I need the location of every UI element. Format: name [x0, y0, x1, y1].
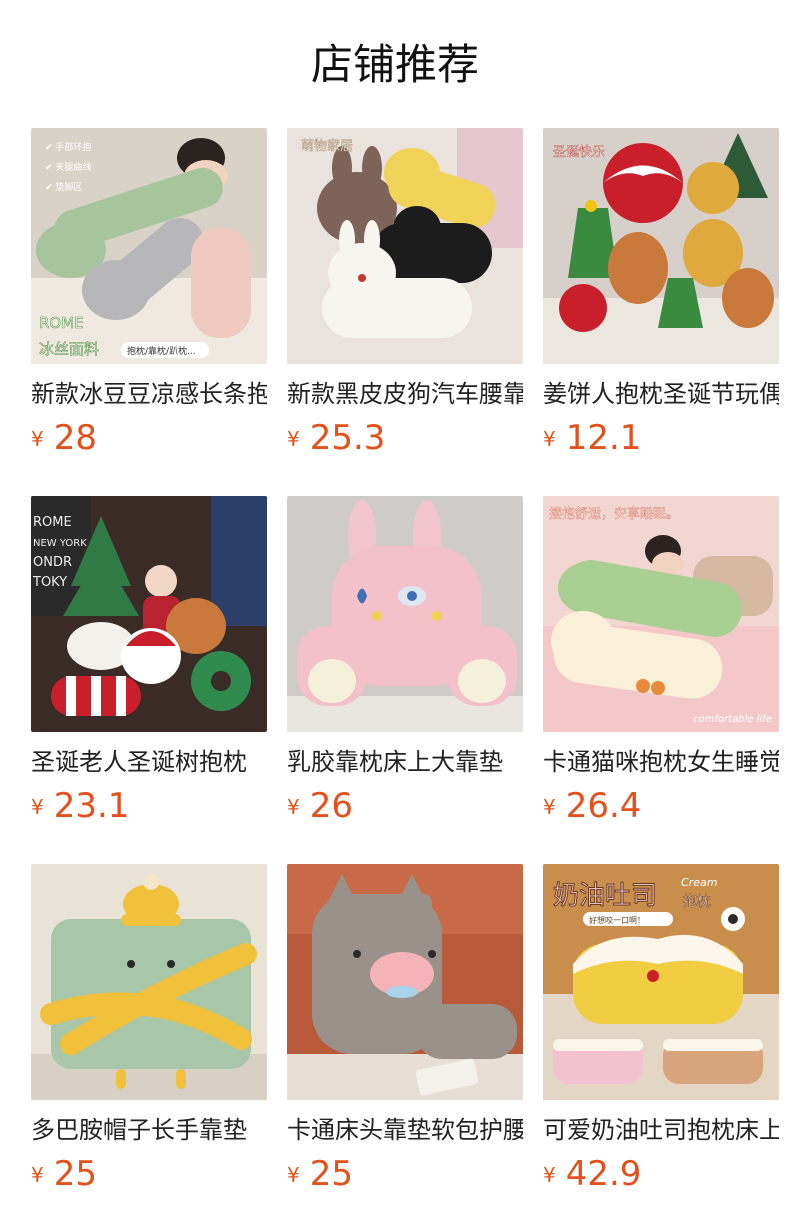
svg-text:抱枕: 抱枕	[683, 894, 711, 910]
currency-symbol: ¥	[31, 795, 44, 819]
svg-text:✔ 夹腿曲线: ✔ 夹腿曲线	[45, 161, 91, 173]
product-price: ¥25.3	[287, 418, 385, 458]
currency-symbol: ¥	[543, 1163, 556, 1187]
product-image[interactable]	[287, 864, 523, 1100]
product-card[interactable]: 奶油吐司 Cream 抱枕 好想咬一口啊！ 可爱奶油吐司抱枕床上 ¥42.9	[543, 864, 779, 1204]
image-caption: ROME	[33, 515, 72, 530]
image-caption: 奶油吐司	[553, 881, 657, 911]
image-caption: 萌物家居	[301, 138, 353, 154]
product-price: ¥25	[287, 1154, 353, 1194]
product-image[interactable]	[31, 864, 267, 1100]
product-card[interactable]: 圣诞快乐 姜饼人抱枕圣诞节玩偶 ¥12.1	[543, 128, 779, 468]
product-price: ¥12.1	[543, 418, 641, 458]
svg-text:Cream: Cream	[681, 876, 717, 889]
product-name[interactable]: 新款黑皮皮狗汽车腰靠	[287, 378, 523, 410]
product-card[interactable]: 搂抱舒适，安享睡眠。 comfortable life 卡通猫咪抱枕女生睡觉 ¥…	[543, 496, 779, 836]
image-caption: 搂抱舒适，安享睡眠。	[549, 506, 679, 522]
product-card[interactable]: ROME NEW YORK ONDR TOKY 圣诞老人圣诞树抱枕 ¥ 23.1	[31, 496, 267, 836]
svg-text:NEW YORK: NEW YORK	[33, 538, 87, 549]
product-name[interactable]: 可爱奶油吐司抱枕床上	[543, 1114, 779, 1146]
currency-symbol: ¥	[287, 1163, 300, 1187]
product-name[interactable]: 卡通床头靠垫软包护腰	[287, 1114, 523, 1146]
page-title: 店铺推荐	[310, 40, 479, 89]
product-price: ¥26	[287, 786, 353, 826]
product-name[interactable]: 多巴胺帽子长手靠垫	[31, 1114, 267, 1146]
svg-text:TOKY: TOKY	[32, 575, 67, 590]
price-amount: 28	[53, 418, 97, 458]
product-image[interactable]: 奶油吐司 Cream 抱枕 好想咬一口啊！	[543, 864, 779, 1100]
product-price: ¥23.1	[31, 786, 129, 826]
product-name[interactable]: 姜饼人抱枕圣诞节玩偶	[543, 378, 779, 410]
currency-symbol: ¥	[543, 427, 556, 451]
svg-text:抱枕/靠枕/趴枕...: 抱枕/靠枕/趴枕...	[127, 345, 196, 357]
svg-text:好想咬一口啊！: 好想咬一口啊！	[589, 915, 645, 925]
product-name[interactable]: 乳胶靠枕床上大靠垫	[287, 746, 523, 778]
price-amount: 25	[53, 1154, 97, 1194]
price-amount: 23.1	[53, 786, 130, 826]
product-card[interactable]: ROME 冰丝面料 抱睡舒适 抱枕/靠枕/趴枕... ✔ 手部环抱 ✔ 夹腿曲线…	[31, 128, 267, 468]
product-name[interactable]: 卡通猫咪抱枕女生睡觉	[543, 746, 779, 778]
product-name[interactable]: 新款冰豆豆凉感长条抱枕	[31, 378, 267, 410]
currency-symbol: ¥	[31, 1163, 44, 1187]
product-price: ¥28	[31, 418, 97, 458]
product-image[interactable]: 圣诞快乐	[543, 128, 779, 364]
price-amount: 25.3	[309, 418, 386, 458]
product-price: ¥25	[31, 1154, 97, 1194]
currency-symbol: ¥	[287, 795, 300, 819]
currency-symbol: ¥	[287, 427, 300, 451]
svg-text:ONDR: ONDR	[33, 555, 72, 570]
product-card[interactable]: 多巴胺帽子长手靠垫 ¥25	[31, 864, 267, 1204]
image-caption: 圣诞快乐	[553, 145, 605, 160]
product-price: ¥42.9	[543, 1154, 641, 1194]
price-amount: 25	[309, 1154, 353, 1194]
product-price: ¥26.4	[543, 786, 641, 826]
product-card[interactable]: 乳胶靠枕床上大靠垫 ¥26	[287, 496, 523, 836]
product-name[interactable]: 圣诞老人圣诞树抱枕	[31, 746, 267, 778]
product-image[interactable]	[287, 496, 523, 732]
price-amount: 42.9	[565, 1154, 642, 1194]
product-card[interactable]: 萌物家居 新款黑皮皮狗汽车腰靠 ¥25.3	[287, 128, 523, 468]
price-amount: 26.4	[565, 786, 642, 826]
product-image[interactable]: 萌物家居	[287, 128, 523, 364]
price-amount: 26	[309, 786, 353, 826]
svg-text:✔ 垫脚区: ✔ 垫脚区	[45, 181, 82, 193]
product-card[interactable]: 卡通床头靠垫软包护腰 ¥25	[287, 864, 523, 1204]
currency-symbol: ¥	[31, 427, 44, 451]
svg-text:comfortable life: comfortable life	[693, 714, 772, 725]
currency-symbol: ¥	[543, 795, 556, 819]
product-image[interactable]: 搂抱舒适，安享睡眠。 comfortable life	[543, 496, 779, 732]
price-amount: 12.1	[565, 418, 642, 458]
product-image[interactable]: ROME 冰丝面料 抱睡舒适 抱枕/靠枕/趴枕... ✔ 手部环抱 ✔ 夹腿曲线…	[31, 128, 267, 364]
svg-text:✔ 手部环抱: ✔ 手部环抱	[45, 141, 91, 153]
image-caption: ROME	[39, 314, 84, 332]
product-image[interactable]: ROME NEW YORK ONDR TOKY	[31, 496, 267, 732]
